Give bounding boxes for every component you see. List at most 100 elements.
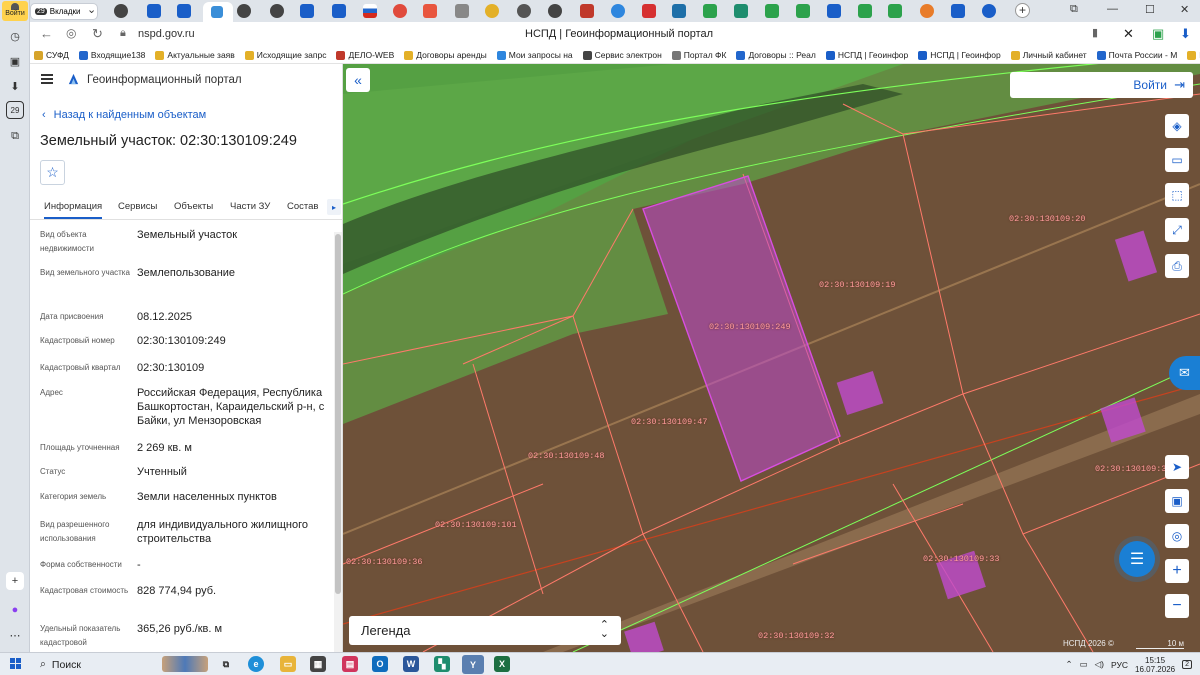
- minimap-button[interactable]: ▣: [1165, 489, 1189, 513]
- taskbar-search[interactable]: ⌕ Поиск: [36, 655, 156, 674]
- bookmark-item[interactable]: СУФД: [30, 46, 75, 63]
- tab-favicon[interactable]: [982, 4, 996, 18]
- extension-icon[interactable]: ⬇: [1180, 26, 1191, 42]
- tab-search-icon[interactable]: ⧉: [6, 127, 24, 145]
- minimize-icon[interactable]: —: [1107, 3, 1118, 15]
- downloads-icon[interactable]: ⬇: [6, 77, 24, 95]
- more-icon[interactable]: ⋯: [6, 626, 24, 644]
- tab-favicon[interactable]: [548, 4, 562, 18]
- tab-favicon[interactable]: [332, 4, 346, 18]
- tab-information[interactable]: Информация: [44, 201, 103, 219]
- system-clock[interactable]: 15:15 16.07.2026: [1135, 656, 1175, 674]
- chevron-up-icon[interactable]: ⌃: [1065, 659, 1072, 670]
- start-button[interactable]: [10, 658, 22, 670]
- bookmark-item[interactable]: Личный кабинет: [1007, 46, 1093, 63]
- word-icon[interactable]: W: [403, 656, 419, 672]
- extension-icon[interactable]: ▣: [1152, 26, 1164, 42]
- tab-favicon[interactable]: [237, 4, 251, 18]
- bookmark-item[interactable]: Исходящие запрс: [241, 46, 333, 63]
- refresh-icon[interactable]: ↻: [92, 26, 103, 42]
- bookmark-item[interactable]: Входящие138: [75, 46, 151, 63]
- collapse-panel-button[interactable]: «: [346, 68, 370, 92]
- calendar-app-icon[interactable]: ▤: [342, 656, 358, 672]
- bookmark-item[interactable]: Договоры аренды: [400, 46, 493, 63]
- tab-favicon[interactable]: [765, 4, 779, 18]
- extension-icon[interactable]: ✕: [1123, 26, 1134, 42]
- tab-services[interactable]: Сервисы: [118, 201, 157, 212]
- file-explorer-icon[interactable]: ▭: [280, 656, 296, 672]
- tab-favicon[interactable]: [455, 4, 469, 18]
- tab-composition[interactable]: Состав: [287, 201, 318, 212]
- back-arrow-icon[interactable]: ←: [40, 26, 53, 41]
- tab-favicon[interactable]: [734, 4, 748, 18]
- map-view[interactable]: 02:30:130109:249 02:30:130109:19 02:30:1…: [343, 64, 1200, 652]
- chat-button[interactable]: ☰: [1119, 541, 1155, 577]
- tab-favicon[interactable]: [147, 4, 161, 18]
- tab-favicon[interactable]: [580, 4, 594, 18]
- tab-favicon[interactable]: [363, 4, 377, 18]
- bookmark-item[interactable]: ДЕЛО-WEB: [332, 46, 400, 63]
- split-screen-icon[interactable]: ⧉: [1070, 3, 1078, 16]
- favorite-star-button[interactable]: ☆: [40, 160, 65, 185]
- store-icon[interactable]: ▦: [310, 656, 326, 672]
- active-tab[interactable]: [203, 2, 233, 22]
- tab-favicon[interactable]: [827, 4, 841, 18]
- address-bar[interactable]: nspd.gov.ru: [138, 28, 195, 40]
- bookmark-item[interactable]: НСПД | Геоинфор: [914, 46, 1006, 63]
- map-canvas[interactable]: [343, 64, 1200, 652]
- tab-favicon[interactable]: [423, 4, 437, 18]
- bookmark-item[interactable]: Мои запросы на: [493, 46, 579, 63]
- tab-favicon[interactable]: [485, 4, 499, 18]
- tab-favicon[interactable]: [796, 4, 810, 18]
- bookmark-item[interactable]: Договоры :: Реал: [732, 46, 821, 63]
- tab-favicon[interactable]: [858, 4, 872, 18]
- tab-objects[interactable]: Объекты: [174, 201, 213, 212]
- bookmark-item[interactable]: Актуальные заяв: [151, 46, 240, 63]
- layers-button[interactable]: ◈: [1165, 114, 1189, 138]
- tabs-scroll-right-icon[interactable]: ▸: [327, 199, 341, 215]
- assistant-icon[interactable]: ●: [6, 601, 24, 619]
- tab-counter-icon[interactable]: 29: [6, 101, 24, 119]
- tab-favicon[interactable]: [951, 4, 965, 18]
- close-icon[interactable]: ✕: [1180, 3, 1189, 16]
- login-bar[interactable]: Войти ⇥: [1010, 72, 1193, 98]
- bookmark-icon[interactable]: ▮: [1092, 26, 1098, 39]
- feedback-tab[interactable]: ✉: [1169, 356, 1200, 390]
- keyboard-language[interactable]: РУС: [1111, 660, 1128, 670]
- network-icon[interactable]: ▭: [1080, 659, 1088, 670]
- tab-favicon[interactable]: [888, 4, 902, 18]
- maximize-icon[interactable]: ☐: [1145, 3, 1155, 16]
- zoom-in-button[interactable]: +: [1165, 559, 1189, 583]
- bookmark-item[interactable]: ГАС Упр: [1183, 46, 1200, 63]
- print-button[interactable]: ⎙: [1165, 254, 1189, 278]
- speaker-icon[interactable]: ◁): [1095, 659, 1104, 670]
- tab-favicon[interactable]: [114, 4, 128, 18]
- ruler-button[interactable]: ▭: [1165, 148, 1189, 172]
- tab-favicon[interactable]: [517, 4, 531, 18]
- notification-count[interactable]: 2: [1182, 660, 1192, 669]
- zoom-out-button[interactable]: −: [1165, 594, 1189, 618]
- panel-scrollbar[interactable]: [334, 232, 342, 652]
- tab-favicon[interactable]: [672, 4, 686, 18]
- chevron-down-icon[interactable]: ⌄: [87, 3, 96, 16]
- add-rail-icon[interactable]: +: [6, 572, 24, 590]
- tab-favicon[interactable]: [270, 4, 284, 18]
- home-icon[interactable]: ◎: [66, 26, 76, 40]
- bookmark-item[interactable]: НСПД | Геоинфор: [822, 46, 914, 63]
- tab-favicon[interactable]: [703, 4, 717, 18]
- tab-favicon[interactable]: [642, 4, 656, 18]
- profile-avatar[interactable]: Войти: [2, 1, 28, 21]
- tab-favicon[interactable]: [393, 4, 407, 18]
- scrollbar-thumb[interactable]: [335, 234, 341, 594]
- collections-icon[interactable]: ▣: [6, 52, 24, 70]
- bookmark-item[interactable]: Почта России - М: [1093, 46, 1184, 63]
- back-to-results-link[interactable]: ‹ Назад к найденным объектам: [42, 109, 206, 121]
- tab-favicon[interactable]: [177, 4, 191, 18]
- legend-selector[interactable]: Легенда ⌃ ⌄: [349, 616, 621, 645]
- locate-button[interactable]: ➤: [1165, 455, 1189, 479]
- yandex-browser-icon[interactable]: Y: [462, 655, 484, 674]
- history-icon[interactable]: ◷: [6, 27, 24, 45]
- bookmark-item[interactable]: Портал ФК: [668, 46, 733, 63]
- share-button[interactable]: ⤢: [1165, 218, 1189, 242]
- excel-icon[interactable]: X: [494, 656, 510, 672]
